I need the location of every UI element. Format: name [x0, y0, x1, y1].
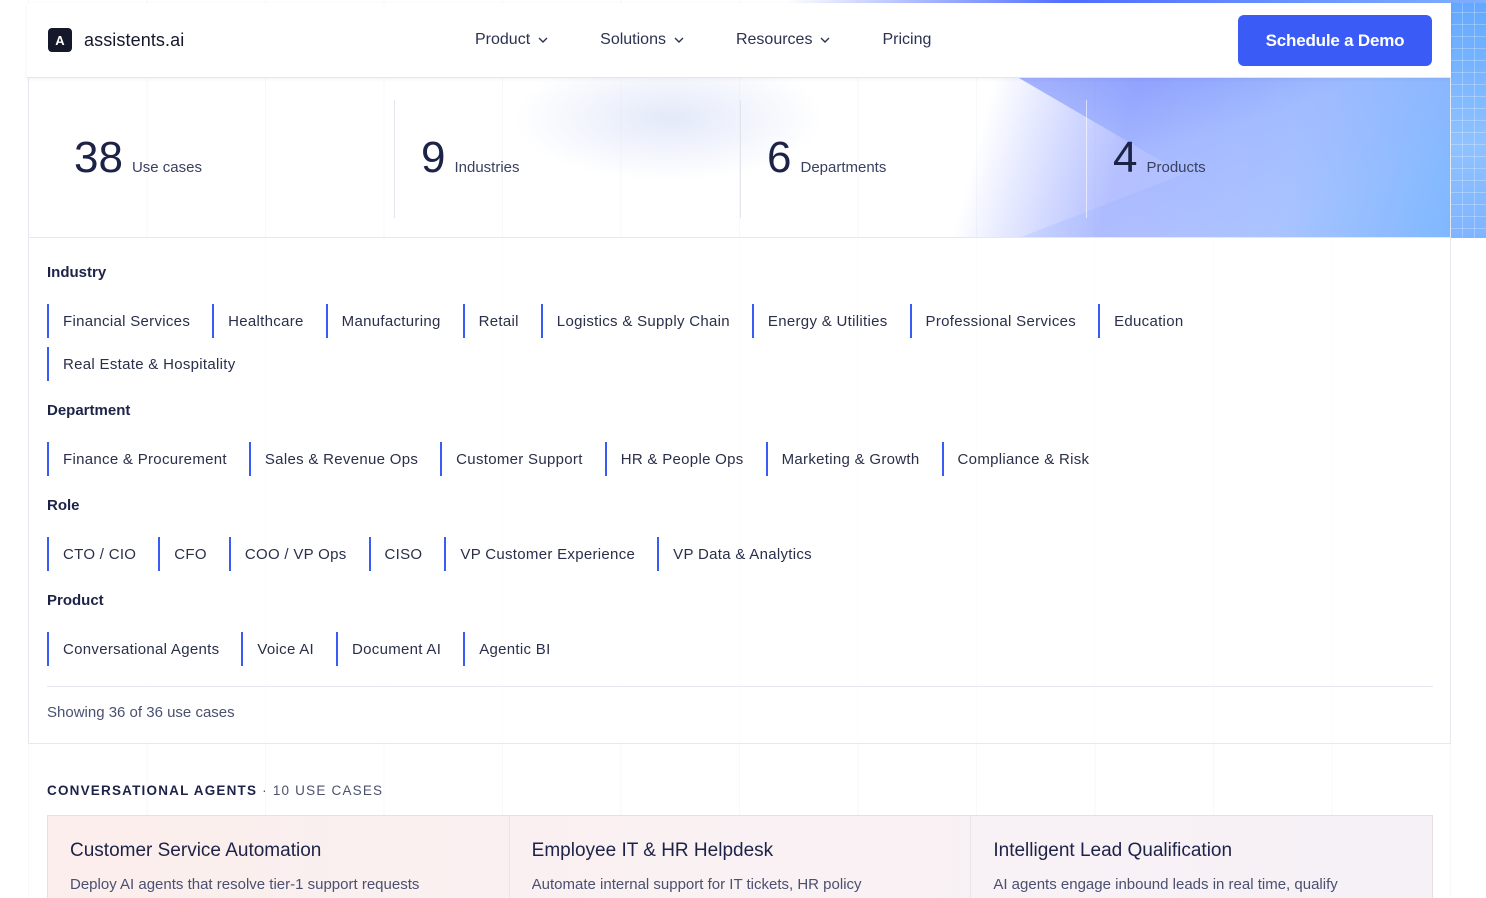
filter-chip-industry[interactable]: Manufacturing: [325, 304, 463, 338]
navbar: A assistents.ai Product Solutions Resour…: [27, 0, 1486, 78]
stats-bar: 38 Use cases 9 Industries 6 Departments …: [28, 78, 1451, 238]
filter-group-role-label: Role: [47, 497, 80, 514]
card-title: Employee IT & HR Helpdesk: [531, 840, 774, 861]
filter-chip-role[interactable]: VP Customer Experience: [444, 537, 657, 571]
use-case-card[interactable]: Customer Service Automation Deploy AI ag…: [48, 816, 510, 898]
card-description: AI agents engage inbound leads in real t…: [993, 876, 1338, 893]
chevron-down-icon: [538, 37, 548, 43]
stat-label: Products: [1146, 159, 1206, 176]
nav-solutions[interactable]: Solutions: [600, 31, 684, 49]
filter-divider: [47, 686, 1433, 687]
stat-label: Use cases: [131, 159, 202, 176]
filter-group-industry-label: Industry: [47, 264, 107, 281]
use-case-cards: Customer Service Automation Deploy AI ag…: [47, 815, 1433, 898]
filter-chip-product[interactable]: Voice AI: [241, 632, 336, 666]
logo-mark: A: [48, 28, 72, 52]
filter-chip-department[interactable]: Marketing & Growth: [765, 442, 942, 476]
filter-chip-role[interactable]: CTO / CIO: [47, 537, 158, 571]
schedule-demo-button[interactable]: Schedule a Demo: [1238, 15, 1432, 66]
nav-product[interactable]: Product: [475, 31, 548, 49]
stat-value: 4: [1113, 133, 1138, 182]
logo-link[interactable]: A assistents.ai: [48, 28, 184, 52]
nav-pricing[interactable]: Pricing: [882, 31, 931, 49]
filter-chip-role[interactable]: VP Data & Analytics: [657, 537, 834, 571]
card-title: Customer Service Automation: [70, 840, 322, 861]
nav-solutions-label: Solutions: [600, 31, 666, 48]
chevron-down-icon: [820, 37, 830, 43]
filter-industry-chips: Financial Services Healthcare Manufacturin…: [47, 304, 1297, 390]
stat-use-cases: 38 Use cases: [29, 100, 375, 218]
filter-chip-role[interactable]: CISO: [368, 537, 445, 571]
stat-value: 6: [767, 133, 792, 182]
section-count: · 10 USE CASES: [257, 783, 384, 798]
filter-chip-department[interactable]: Sales & Revenue Ops: [248, 442, 440, 476]
filter-chip-product[interactable]: Agentic BI: [463, 632, 572, 666]
filter-chip-department[interactable]: Finance & Procurement: [47, 442, 249, 476]
nav-product-label: Product: [475, 31, 531, 48]
filter-chip-industry[interactable]: Energy & Utilities: [751, 304, 910, 338]
chevron-down-icon: [674, 37, 684, 43]
filter-chip-industry[interactable]: Education: [1098, 304, 1205, 338]
filter-chip-department[interactable]: HR & People Ops: [604, 442, 766, 476]
card-description: Deploy AI agents that resolve tier-1 sup…: [70, 876, 420, 893]
filter-chip-industry[interactable]: Financial Services: [47, 304, 212, 338]
nav-resources-label: Resources: [735, 31, 813, 48]
card-description: Automate internal support for IT tickets…: [531, 876, 862, 893]
filter-chip-product[interactable]: Document AI: [336, 632, 463, 666]
brand-name: assistents.ai: [84, 29, 185, 50]
stat-label: Departments: [800, 159, 887, 176]
results-count: Showing 36 of 36 use cases: [47, 704, 235, 721]
stat-value: 38: [74, 133, 123, 182]
main-nav: Product Solutions Resources Pricing: [475, 31, 931, 49]
background-gradient-band: [1450, 0, 1486, 238]
filter-group-department-label: Department: [47, 402, 131, 419]
nav-pricing-label: Pricing: [882, 31, 932, 48]
stat-label: Industries: [454, 159, 520, 176]
section-title: CONVERSATIONAL AGENTS: [47, 783, 258, 798]
section-heading: CONVERSATIONAL AGENTS · 10 USE CASES: [47, 783, 383, 798]
stat-departments: 6 Departments: [740, 100, 1086, 218]
filter-panel: Industry Financial Services Healthcare Man…: [28, 238, 1451, 744]
use-case-card[interactable]: Employee IT & HR Helpdesk Automate inter…: [510, 816, 972, 898]
filter-role-chips: CTO / CIO CFO COO / VP Ops CISO VP Customer …: [47, 537, 1297, 580]
filter-chip-department[interactable]: Customer Support: [440, 442, 605, 476]
stat-industries: 9 Industries: [394, 100, 740, 218]
stat-products: 4 Products: [1086, 100, 1432, 218]
filter-chip-industry[interactable]: Retail: [462, 304, 541, 338]
filter-chip-industry[interactable]: Logistics & Supply Chain: [540, 304, 752, 338]
filter-department-chips: Finance & Procurement Sales & Revenue Ops…: [47, 442, 1297, 485]
filter-group-product-label: Product: [47, 592, 104, 609]
filter-chip-role[interactable]: COO / VP Ops: [228, 537, 369, 571]
filter-chip-industry[interactable]: Professional Services: [909, 304, 1099, 338]
nav-resources[interactable]: Resources: [736, 31, 830, 49]
card-title: Intelligent Lead Qualification: [993, 840, 1233, 861]
filter-chip-industry[interactable]: Healthcare: [212, 304, 326, 338]
use-case-card[interactable]: Intelligent Lead Qualification AI agents…: [971, 816, 1432, 898]
stat-value: 9: [421, 133, 446, 182]
filter-chip-department[interactable]: Compliance & Risk: [941, 442, 1112, 476]
filter-product-chips: Conversational Agents Voice AI Document AI…: [47, 632, 1297, 675]
filter-chip-role[interactable]: CFO: [158, 537, 229, 571]
filter-chip-product[interactable]: Conversational Agents: [47, 632, 241, 666]
filter-chip-industry[interactable]: Real Estate & Hospitality: [47, 347, 258, 381]
